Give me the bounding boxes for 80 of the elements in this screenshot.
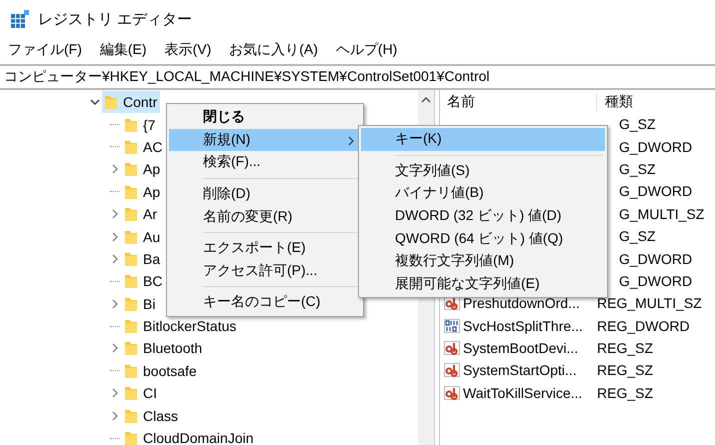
menu-item[interactable]: キー(K) [361,128,605,151]
menu-bar-item[interactable]: ヘルプ(H) [334,39,400,61]
menu-item[interactable]: キー名のコピー(C) [169,291,361,314]
value-type: G_DWORD [618,272,692,289]
folder-icon [124,184,138,200]
tree-item[interactable]: Ar [122,202,160,226]
tree-item[interactable]: Au [122,225,164,248]
scroll-up-icon[interactable] [421,96,431,104]
menu-bar-item[interactable]: ファイル(F) [6,39,84,61]
folder-icon [104,94,118,110]
value-type: G_SZ [618,228,656,244]
string-value-icon [444,384,460,401]
address-field[interactable]: コンピューター¥HKEY_LOCAL_MACHINE¥SYSTEM¥ControlSet001¥Control [0,64,715,90]
value-name[interactable]: SvcHostSplitThre... [463,318,583,334]
value-type: G_SZ [618,160,656,177]
menu-item[interactable]: 削除(D) [169,182,361,206]
menu-item[interactable]: 新規(N) [169,128,361,152]
tree-item[interactable]: AC [122,136,166,158]
folder-icon [124,250,138,267]
column-header[interactable]: 名前 [444,92,597,110]
value-type: G_SZ [618,116,656,132]
folder-icon [124,362,138,379]
menu-item[interactable]: QWORD (64 ビット) 値(Q) [361,227,605,250]
value-name[interactable]: SystemBootDevi... [463,340,578,356]
value-type: G_DWORD [618,183,692,200]
value-type: REG_SZ [596,340,654,356]
menu-item[interactable]: DWORD (32 ビット) 値(D) [361,204,605,228]
folder-icon [124,206,138,222]
folder-icon [124,318,138,334]
value-name[interactable]: PreshutdownOrd... [463,295,580,312]
folder-icon [124,340,138,356]
folder-icon [124,385,138,402]
tree-item[interactable]: Bluetooth [122,337,206,360]
menu-item[interactable]: 閉じる [169,106,361,129]
menu-bar-item[interactable]: お気に入り(A) [227,39,320,61]
string-value-icon [444,340,460,356]
folder-icon [124,116,138,133]
tree-item[interactable]: Ba [122,248,164,270]
menu-item[interactable]: 検索(F)... [169,151,361,174]
binary-value-icon [444,318,460,334]
string-value-icon [444,362,460,378]
tree-item[interactable]: bootsafe [122,360,200,382]
menu-item[interactable]: 名前の変更(R) [169,205,361,228]
menu-bar-item[interactable]: 表示(V) [162,39,214,61]
value-type: REG_SZ [596,384,654,401]
menu-item[interactable]: エクスポート(E) [169,236,361,260]
tree-item[interactable]: Class [122,404,182,427]
tree-item[interactable]: BC [122,270,166,293]
folder-icon [124,430,138,445]
tree-item[interactable]: CloudDomainJoin [122,426,257,445]
value-type: REG_DWORD [596,318,690,334]
menu-item[interactable]: 文字列値(S) [361,160,605,182]
tree-item[interactable]: BitlockerStatus [122,314,240,338]
folder-icon [124,296,138,312]
value-type: REG_SZ [596,362,654,378]
menu-item[interactable]: バイナリ値(B) [361,182,605,205]
value-name[interactable]: SystemStartOpti... [463,362,577,378]
tree-item[interactable]: {7 [122,113,158,136]
folder-icon [124,161,138,178]
tree-item[interactable]: Ap [122,158,164,181]
folder-icon [124,228,138,245]
menu-bar-item[interactable]: 編集(E) [98,39,149,61]
window-title: レジストリ エディター [38,10,192,28]
folder-icon [124,138,138,155]
value-type: REG_MULTI_SZ [596,295,702,312]
tree-item[interactable]: Contr [102,91,160,114]
column-header[interactable]: 種類 [597,92,633,110]
menu-item[interactable]: 複数行文字列値(M) [361,250,605,273]
folder-icon [124,408,138,424]
tree-item[interactable]: Bi [122,292,158,315]
folder-icon [124,273,138,290]
value-name[interactable]: WaitToKillService... [463,384,582,401]
tree-item[interactable]: CI [122,382,160,404]
value-type: G_DWORD [618,250,692,267]
menu-item[interactable]: 展開可能な文字列値(E) [361,272,605,296]
value-type: G_MULTI_SZ [618,206,704,222]
menu-item[interactable]: アクセス許可(P)... [169,260,361,282]
value-type: G_DWORD [618,138,692,155]
tree-item[interactable]: Ap [122,180,164,203]
registry-icon [10,9,30,29]
